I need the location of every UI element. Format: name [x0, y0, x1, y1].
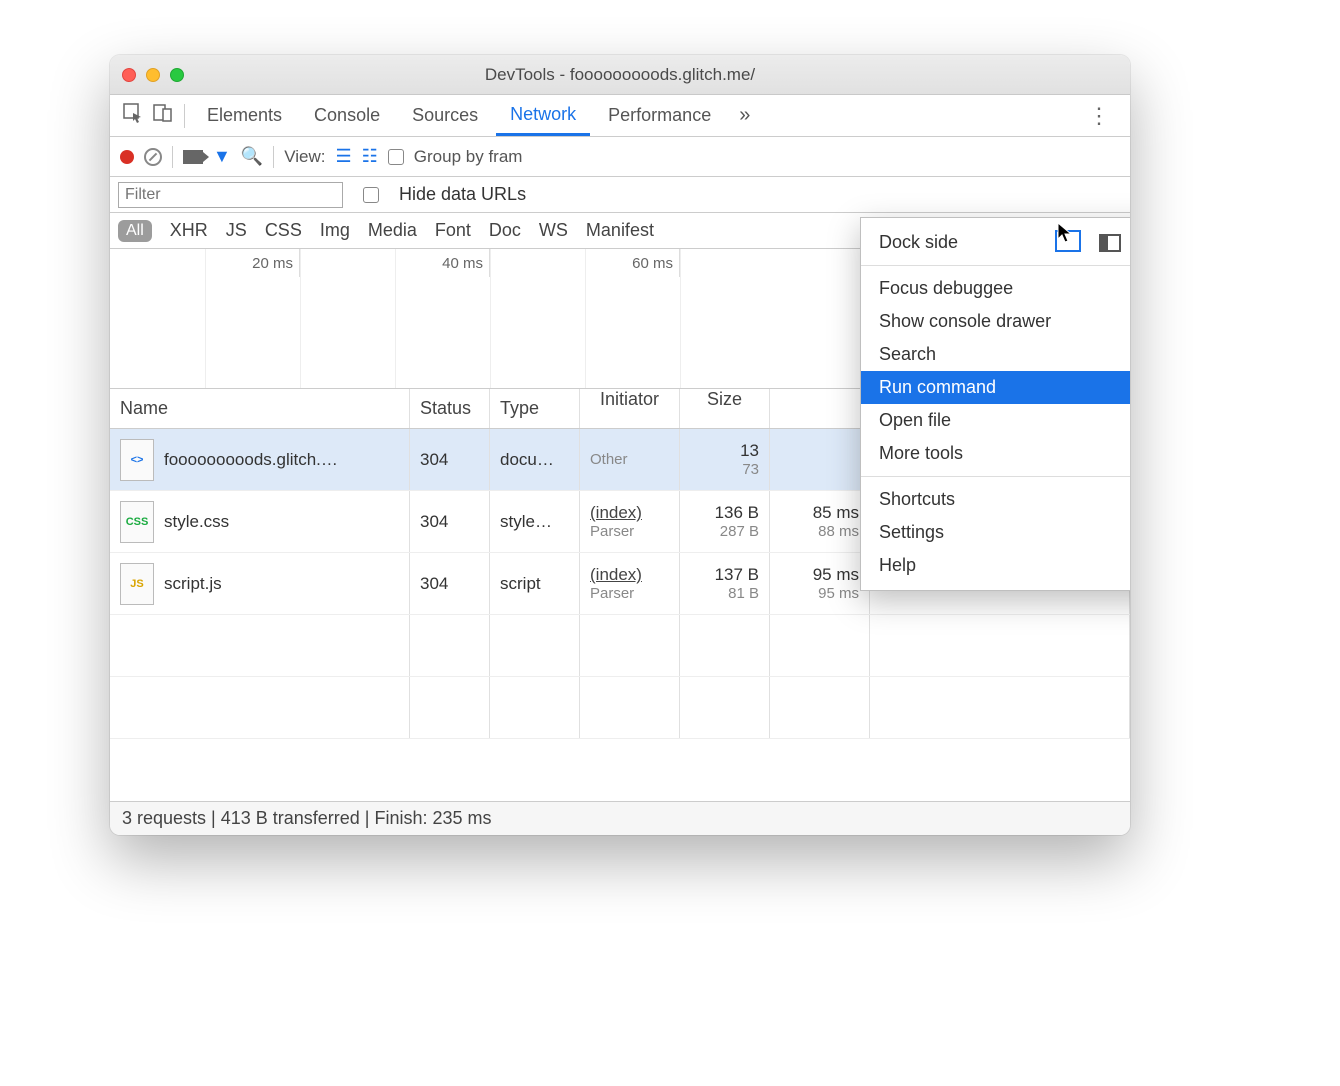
type-js[interactable]: JS [226, 220, 247, 241]
time-2: 95 ms [818, 585, 859, 602]
more-tabs-icon[interactable]: » [739, 104, 750, 127]
panel-tabs: Elements Console Sources Network Perform… [110, 95, 1130, 137]
cursor-icon [1057, 222, 1075, 250]
window-title: DevTools - fooooooooods.glitch.me/ [110, 65, 1130, 85]
js-file-icon: JS [120, 563, 154, 605]
clear-button[interactable] [144, 148, 162, 166]
hide-data-urls-checkbox[interactable] [363, 187, 379, 203]
dock-side-label: Dock side [879, 232, 958, 253]
request-status: 304 [410, 491, 490, 552]
menu-separator [861, 265, 1130, 266]
initiator-link[interactable]: (index) [590, 503, 642, 523]
status-text: 3 requests | 413 B transferred | Finish:… [122, 808, 492, 829]
menu-run-command[interactable]: Run command ⌘ ⇧ P [861, 371, 1130, 404]
menu-open-file[interactable]: Open file ⌘ P [861, 404, 1130, 437]
request-type: docu… [490, 429, 580, 490]
header-time[interactable] [770, 389, 870, 428]
tick-20: 20 ms [110, 249, 300, 277]
request-type: script [490, 553, 580, 614]
dock-side-row: Dock side [861, 226, 1130, 259]
type-media[interactable]: Media [368, 220, 417, 241]
menu-settings[interactable]: Settings F1 [861, 516, 1130, 549]
settings-kebab-icon[interactable]: ⋮ [1080, 103, 1120, 129]
menu-focus-debuggee[interactable]: Focus debuggee [861, 272, 1130, 305]
request-name: script.js [164, 574, 222, 594]
tab-elements[interactable]: Elements [193, 95, 296, 136]
filter-toggle-icon[interactable]: ▼ [213, 146, 231, 167]
record-button[interactable] [120, 150, 134, 164]
request-status: 304 [410, 429, 490, 490]
menu-separator [861, 476, 1130, 477]
time-1: 95 ms [813, 565, 859, 585]
view-label: View: [284, 147, 325, 167]
group-by-frame-label: Group by fram [414, 147, 523, 167]
tab-console[interactable]: Console [300, 95, 394, 136]
size-1: 137 B [715, 565, 759, 585]
size-2: 287 B [720, 523, 759, 540]
type-img[interactable]: Img [320, 220, 350, 241]
type-manifest[interactable]: Manifest [586, 220, 654, 241]
initiator-sub: Parser [590, 523, 634, 540]
main-menu: Dock side Focus debuggee Show console dr… [860, 217, 1130, 591]
request-name: style.css [164, 512, 229, 532]
request-type: style… [490, 491, 580, 552]
device-toolbar-icon[interactable] [150, 103, 176, 128]
request-name: fooooooooods.glitch.… [164, 450, 338, 470]
network-toolbar: ▼ 🔍 View: ☰ ☷ Group by fram [110, 137, 1130, 177]
large-rows-icon[interactable]: ☰ [336, 146, 352, 167]
type-font[interactable]: Font [435, 220, 471, 241]
menu-help[interactable]: Help ▶ [861, 549, 1130, 582]
menu-shortcuts[interactable]: Shortcuts [861, 483, 1130, 516]
menu-show-console-drawer[interactable]: Show console drawer Esc [861, 305, 1130, 338]
header-name[interactable]: Name [110, 389, 410, 428]
time-1: 85 ms [813, 503, 859, 523]
tick-60: 60 ms [490, 249, 680, 277]
size-1: 13 [740, 441, 759, 461]
type-css[interactable]: CSS [265, 220, 302, 241]
size-1: 136 B [715, 503, 759, 523]
size-2: 81 B [728, 585, 759, 602]
initiator: Other [590, 451, 628, 468]
screenshot-icon[interactable] [183, 150, 203, 164]
menu-search[interactable]: Search ⌘ ⌥ F [861, 338, 1130, 371]
table-row-empty [110, 677, 1130, 739]
dock-left-icon[interactable] [1099, 234, 1121, 252]
document-file-icon: <> [120, 439, 154, 481]
type-doc[interactable]: Doc [489, 220, 521, 241]
separator [184, 104, 185, 128]
overview-icon[interactable]: ☷ [362, 146, 378, 167]
search-icon[interactable]: 🔍 [241, 146, 263, 167]
filter-bar: Hide data URLs [110, 177, 1130, 213]
type-xhr[interactable]: XHR [170, 220, 208, 241]
inspect-element-icon[interactable] [120, 103, 146, 128]
hide-data-urls-label: Hide data URLs [399, 184, 526, 205]
header-type[interactable]: Type [490, 389, 580, 428]
css-file-icon: CSS [120, 501, 154, 543]
header-status[interactable]: Status [410, 389, 490, 428]
initiator-link[interactable]: (index) [590, 565, 642, 585]
menu-more-tools[interactable]: More tools ▶ [861, 437, 1130, 470]
time-2: 88 ms [818, 523, 859, 540]
header-initiator[interactable]: Initiator [580, 389, 680, 428]
group-by-frame-checkbox[interactable] [388, 149, 404, 165]
initiator-sub: Parser [590, 585, 634, 602]
type-all[interactable]: All [118, 220, 152, 242]
table-row-empty [110, 615, 1130, 677]
tab-sources[interactable]: Sources [398, 95, 492, 136]
type-ws[interactable]: WS [539, 220, 568, 241]
status-bar: 3 requests | 413 B transferred | Finish:… [110, 801, 1130, 835]
tick-40: 40 ms [300, 249, 490, 277]
filter-input[interactable] [118, 182, 343, 208]
tab-network[interactable]: Network [496, 95, 590, 136]
size-2: 73 [742, 461, 759, 478]
titlebar: DevTools - fooooooooods.glitch.me/ [110, 55, 1130, 95]
header-size[interactable]: Size [680, 389, 770, 428]
devtools-window: DevTools - fooooooooods.glitch.me/ Eleme… [110, 55, 1130, 835]
tab-performance[interactable]: Performance [594, 95, 725, 136]
request-status: 304 [410, 553, 490, 614]
